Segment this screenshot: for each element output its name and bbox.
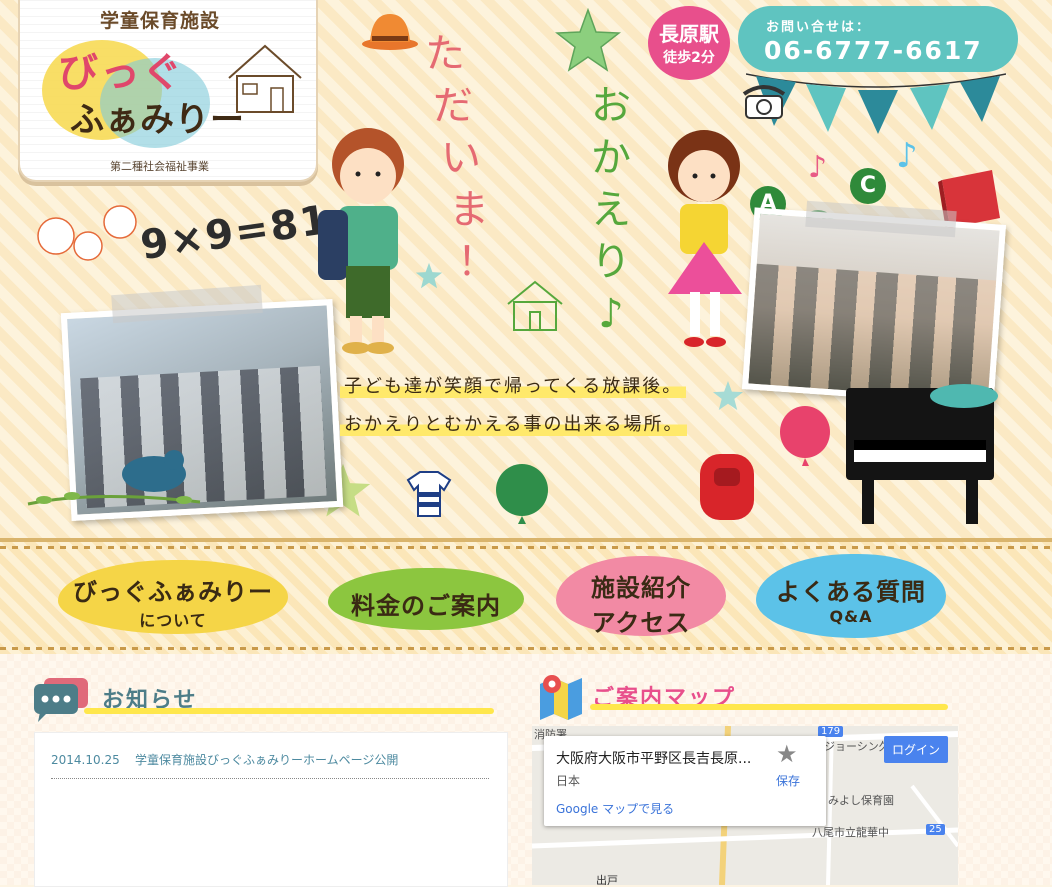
faces-doodle-icon bbox=[37, 205, 137, 261]
map-view-link[interactable]: Google マップで見る bbox=[556, 800, 674, 817]
map-info-card: 大阪府大阪市平野区長吉長原... 日本 Google マップで見る ★ 保存 bbox=[544, 736, 826, 826]
logo-text-1: びっぐ bbox=[58, 50, 184, 96]
music-note-icon: ♪ bbox=[896, 136, 918, 176]
tadaima-char: い bbox=[441, 135, 481, 181]
nav-faq-label: よくある質問 bbox=[776, 578, 926, 606]
map-label: みよし保育園 bbox=[828, 794, 894, 807]
bird-vine-icon bbox=[27, 450, 201, 506]
tagline-2: おかえりとむかえる事の出来る場所。 bbox=[340, 410, 688, 436]
news-list: 2014.10.25 学童保育施設びっぐふぁみりーホームページ公開 bbox=[34, 732, 508, 887]
main-navigation: びっぐふぁみりー について 料金のご案内 施設紹介 アクセス よくある質問 Q&… bbox=[0, 538, 1052, 658]
balloon-icon bbox=[780, 406, 830, 466]
news-title-underline bbox=[84, 708, 494, 714]
map-address: 大阪府大阪市平野区長吉長原... bbox=[556, 751, 752, 767]
nav-faq-sublabel: Q&A bbox=[829, 607, 873, 626]
okaeri-text: お か え り ♪ bbox=[586, 80, 636, 340]
tadaima-char: た bbox=[425, 31, 465, 77]
photo-children-sitting bbox=[741, 207, 1007, 407]
google-map-embed[interactable]: 消防署 179 ジョーシン久宝 みよし保育園 八尾市立龍華中 25 出戸 大阪府… bbox=[532, 726, 958, 885]
nav-faq[interactable]: よくある質問 Q&A bbox=[756, 554, 946, 638]
okaeri-char: か bbox=[591, 135, 631, 181]
map-country: 日本 bbox=[556, 774, 581, 788]
phone-contact[interactable]: お問い合せは： 06-6777-6617 bbox=[738, 6, 1018, 72]
facility-type: 学童保育施設 bbox=[100, 10, 221, 32]
nav-about[interactable]: びっぐふぁみりー について bbox=[58, 560, 288, 634]
station-badge: 長原駅 徒歩2分 bbox=[648, 6, 730, 80]
logo-text-2: ふぁみりー bbox=[70, 100, 245, 140]
school-bag-icon bbox=[700, 454, 754, 520]
telephone-icon bbox=[742, 85, 786, 119]
map-save-button[interactable]: 保存 bbox=[776, 772, 800, 789]
tadaima-char: ま bbox=[449, 187, 489, 233]
girl-illustration bbox=[668, 130, 742, 347]
star-icon bbox=[555, 8, 621, 72]
okaeri-char: ♪ bbox=[598, 291, 624, 337]
okaeri-char: り bbox=[591, 239, 631, 285]
tagline-1: 子ども達が笑顔で帰ってくる放課後。 bbox=[340, 372, 687, 398]
house-icon bbox=[228, 44, 302, 113]
site-logo[interactable]: 学童保育施設 びっぐ ふぁみりー 第二種社会福祉事業 bbox=[18, 0, 318, 182]
nav-facility-label: 施設紹介 bbox=[591, 574, 691, 602]
nav-about-label: びっぐふぁみりー bbox=[73, 578, 273, 606]
tadaima-text: た だ い ま ！ bbox=[420, 28, 497, 288]
house-doodle-icon bbox=[507, 280, 563, 331]
okaeri-char: え bbox=[591, 187, 631, 233]
station-walk: 徒歩2分 bbox=[663, 50, 715, 66]
piano-icon bbox=[846, 384, 998, 524]
star-save-icon[interactable]: ★ bbox=[776, 740, 798, 768]
news-date: 2014.10.25 bbox=[51, 753, 120, 767]
news-item[interactable]: 2014.10.25 学童保育施設びっぐふぁみりーホームページ公開 bbox=[51, 751, 489, 779]
balloon-icon bbox=[496, 464, 548, 524]
okaeri-char: お bbox=[591, 83, 631, 129]
map-route-badge: 25 bbox=[926, 824, 945, 835]
star-small-icon bbox=[712, 380, 744, 411]
speech-bubble-icon bbox=[34, 678, 88, 722]
tadaima-char: だ bbox=[433, 83, 473, 129]
phone-number[interactable]: 06-6777-6617 bbox=[764, 36, 983, 65]
logo-subtitle: 第二種社会福祉事業 bbox=[110, 160, 209, 173]
nav-facility-sublabel: アクセス bbox=[591, 609, 691, 637]
nav-about-sublabel: について bbox=[139, 611, 207, 630]
hero-banner: 学童保育施設 びっぐ ふぁみりー 第二種社会福祉事業 長原駅 徒歩2分 お問い合… bbox=[0, 0, 1052, 538]
news-text[interactable]: 学童保育施設びっぐふぁみりーホームページ公開 bbox=[135, 753, 398, 767]
shirt-icon bbox=[406, 471, 452, 517]
nav-pricing[interactable]: 料金のご案内 bbox=[328, 568, 524, 630]
math-doodle: 9×9=81 bbox=[137, 196, 333, 270]
tadaima-char: ！ bbox=[457, 239, 497, 285]
map-label: 八尾市立龍華中 bbox=[812, 826, 889, 839]
map-login-button[interactable]: ログイン bbox=[883, 736, 948, 763]
map-title-underline bbox=[590, 704, 948, 710]
contact-label: お問い合せは： bbox=[766, 20, 872, 35]
nav-pricing-label: 料金のご案内 bbox=[351, 592, 501, 620]
nav-facility-access[interactable]: 施設紹介 アクセス bbox=[556, 556, 726, 637]
letter-c-bubble: C bbox=[850, 168, 886, 204]
music-note-icon: ♪ bbox=[808, 150, 828, 185]
map-label: 出戸 bbox=[596, 874, 618, 885]
map-icon bbox=[540, 675, 582, 720]
station-name: 長原駅 bbox=[659, 22, 719, 46]
hat-icon bbox=[362, 14, 418, 50]
